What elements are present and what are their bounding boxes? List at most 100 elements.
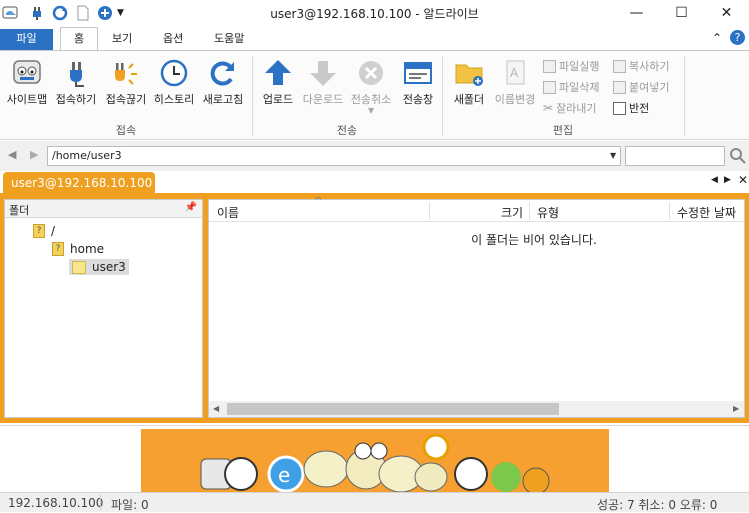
folder-icon	[72, 260, 86, 274]
status-bar: 192.168.10.100 파일: 0 성공: 7 취소: 0 오류: 0	[0, 492, 749, 512]
download-label: 다운로드	[302, 93, 344, 106]
scroll-tabs-right-icon[interactable]: ▶	[724, 175, 731, 185]
cancel-icon	[356, 58, 386, 88]
cancel-dropdown-icon[interactable]: ▼	[368, 106, 374, 115]
transfer-window-label: 전송창	[402, 93, 434, 106]
trash-icon	[543, 80, 556, 94]
scroll-left-icon[interactable]: ◀	[213, 404, 219, 413]
history-label: 히스토리	[153, 93, 195, 106]
ad-banner[interactable]: e	[141, 429, 609, 492]
tree-item-user3[interactable]: user3	[69, 259, 129, 275]
tab-view[interactable]: 보기	[100, 29, 144, 50]
copy-button[interactable]: 복사하기	[613, 58, 669, 74]
unknown-folder-icon: ?	[52, 242, 64, 256]
scroll-tabs-left-icon[interactable]: ◀	[711, 175, 718, 185]
new-folder-button[interactable]: 새폴더	[449, 58, 489, 107]
rename-button[interactable]: A 이름변경	[492, 58, 538, 107]
sitemap-icon	[12, 58, 42, 88]
invert-selection-button[interactable]: 반전	[613, 100, 649, 116]
search-icon[interactable]	[729, 147, 747, 168]
folder-pane-title: 폴더	[9, 204, 30, 217]
rename-icon: A	[500, 58, 530, 88]
help-icon[interactable]: ?	[730, 30, 745, 45]
copy-icon	[613, 59, 626, 73]
transfer-window-button[interactable]: 전송창	[398, 58, 438, 107]
unknown-folder-icon: ?	[33, 224, 45, 238]
tree-item-root[interactable]: ? /	[33, 224, 55, 238]
svg-text:A: A	[510, 66, 519, 80]
status-file-count: 파일: 0	[111, 498, 149, 512]
group-label-edit: 편집	[552, 124, 574, 137]
history-button[interactable]: 히스토리	[152, 58, 196, 107]
group-separator	[684, 56, 685, 136]
column-name[interactable]: 이름	[217, 204, 239, 221]
run-file-button[interactable]: 파일실행	[543, 58, 599, 74]
search-input[interactable]	[625, 146, 725, 166]
scroll-right-icon[interactable]: ▶	[733, 404, 739, 413]
window-icon	[403, 58, 433, 88]
column-size[interactable]: 크기	[501, 204, 523, 221]
svg-text:e: e	[278, 463, 290, 487]
disconnect-label: 접속끊기	[105, 93, 147, 106]
close-session-icon[interactable]: ✕	[738, 173, 748, 187]
tab-help[interactable]: 도움말	[202, 29, 256, 50]
status-summary: 성공: 7 취소: 0 오류: 0	[597, 498, 718, 512]
download-button[interactable]: 다운로드	[301, 58, 345, 107]
session-tab[interactable]: user3@192.168.10.100	[3, 172, 155, 194]
mascot-illustration: e	[200, 433, 550, 492]
file-list-header: 이름 ^ 크기 유형 수정한 날짜	[209, 196, 744, 222]
tab-home[interactable]: 홈	[60, 27, 98, 51]
tree-item-home[interactable]: ? home	[52, 242, 104, 256]
tab-file[interactable]: 파일	[0, 29, 53, 50]
up-arrow-icon	[263, 58, 293, 88]
tab-options[interactable]: 옵션	[151, 29, 195, 50]
clock-icon	[159, 58, 189, 88]
connect-label: 접속하기	[55, 93, 97, 106]
cut-button[interactable]: ✂ 잘라내기	[543, 100, 597, 116]
maximize-button[interactable]: ☐	[659, 0, 704, 26]
down-arrow-icon	[308, 58, 338, 88]
cancel-transfer-label: 전송취소	[350, 93, 392, 106]
horizontal-scrollbar[interactable]: ◀ ▶	[209, 401, 744, 417]
refresh-button[interactable]: 새로고침	[201, 58, 245, 107]
new-folder-label: 새폴더	[453, 93, 485, 106]
plug-icon	[61, 58, 91, 88]
unplug-icon	[111, 58, 141, 88]
cancel-transfer-button[interactable]: 전송취소	[348, 58, 394, 107]
sort-ascending-icon: ^	[314, 196, 323, 207]
upload-label: 업로드	[262, 93, 294, 106]
column-type[interactable]: 유형	[537, 204, 559, 221]
group-label-connect: 접속	[115, 124, 137, 137]
path-dropdown-icon[interactable]: ▼	[610, 151, 616, 160]
delete-file-button[interactable]: 파일삭제	[543, 79, 599, 95]
sitemap-button[interactable]: 사이트맵	[5, 58, 49, 107]
paste-icon	[613, 80, 626, 94]
scrollbar-thumb[interactable]	[227, 403, 559, 415]
status-host: 192.168.10.100	[8, 496, 104, 510]
path-input[interactable]: /home/user3	[47, 146, 621, 166]
refresh-icon	[208, 58, 238, 88]
paste-button[interactable]: 붙여넣기	[613, 79, 669, 95]
minimize-button[interactable]: —	[614, 0, 659, 26]
file-list-pane: 이름 ^ 크기 유형 수정한 날짜 이 폴더는 비어 있습니다. ◀ ▶	[208, 196, 745, 418]
pin-icon[interactable]: 📌	[185, 202, 197, 213]
refresh-label: 새로고침	[202, 93, 244, 106]
checkbox-icon	[613, 101, 626, 115]
connect-button[interactable]: 접속하기	[53, 58, 99, 107]
folder-pane: 폴더 📌 ? / ? home user3	[4, 199, 203, 418]
close-button[interactable]: ✕	[704, 0, 749, 26]
back-icon[interactable]: ◀	[8, 148, 16, 161]
disconnect-button[interactable]: 접속끊기	[103, 58, 149, 107]
upload-button[interactable]: 업로드	[258, 58, 298, 107]
collapse-ribbon-icon[interactable]: ⌃	[712, 31, 722, 45]
empty-folder-message: 이 폴더는 비어 있습니다.	[471, 233, 597, 247]
forward-icon[interactable]: ▶	[30, 148, 38, 161]
group-label-transfer: 전송	[336, 124, 358, 137]
new-folder-icon	[454, 58, 484, 88]
folder-pane-header: 폴더 📌	[5, 200, 202, 218]
rename-label: 이름변경	[494, 93, 536, 106]
scissors-icon: ✂	[543, 101, 554, 115]
run-file-icon	[543, 59, 556, 73]
sitemap-label: 사이트맵	[6, 93, 48, 106]
column-modified[interactable]: 수정한 날짜	[677, 204, 744, 221]
